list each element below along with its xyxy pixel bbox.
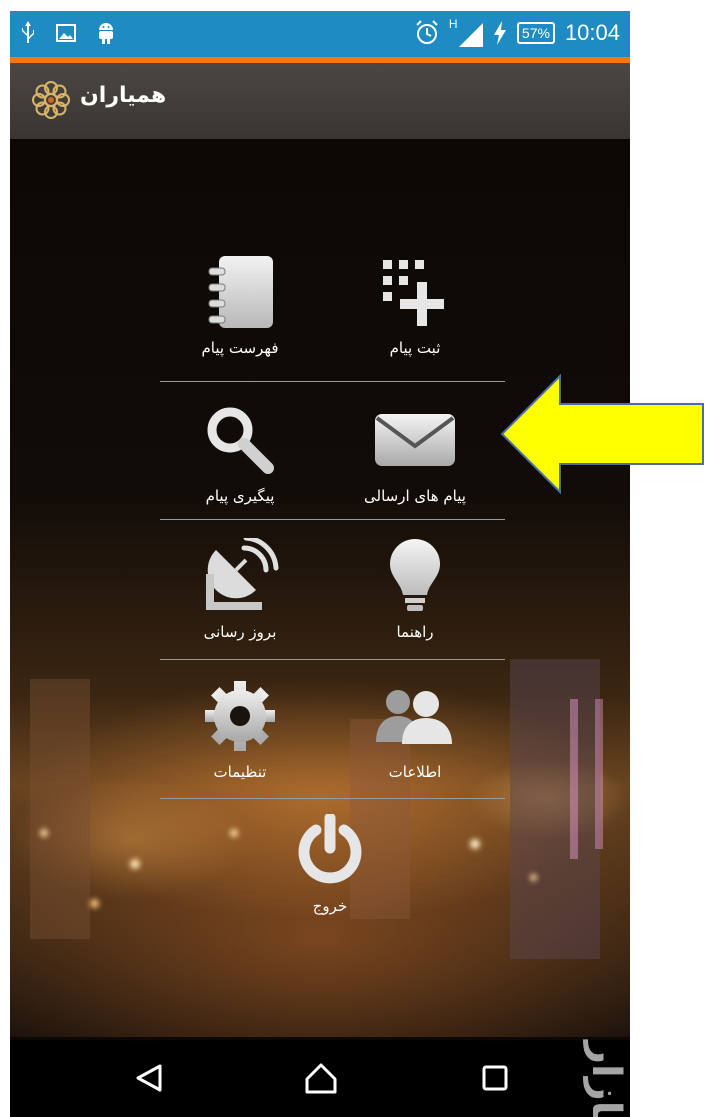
menu-settings[interactable]: تنظیمات bbox=[155, 675, 325, 787]
menu-label: اطلاعات bbox=[388, 763, 442, 781]
network-type: H bbox=[448, 17, 458, 31]
gear-icon bbox=[205, 681, 275, 751]
charging-icon bbox=[493, 21, 506, 45]
menu-label: راهنما bbox=[396, 623, 434, 641]
recents-icon bbox=[482, 1065, 508, 1091]
signal-icon bbox=[458, 23, 483, 47]
row-divider bbox=[160, 798, 505, 799]
envelope-icon bbox=[375, 414, 455, 466]
power-icon bbox=[298, 814, 362, 884]
app-title: همیاران bbox=[80, 83, 167, 108]
search-icon bbox=[207, 407, 274, 474]
battery-percent: 57% bbox=[516, 22, 555, 44]
menu-info[interactable]: اطلاعات bbox=[330, 675, 500, 787]
users-icon bbox=[376, 690, 452, 744]
action-bar: همیاران bbox=[10, 63, 630, 139]
back-icon bbox=[136, 1064, 162, 1092]
menu-new-message[interactable]: ثبت پیام bbox=[330, 251, 500, 363]
usb-icon bbox=[22, 21, 34, 43]
row-divider bbox=[160, 659, 505, 660]
menu-label: خروج bbox=[312, 897, 348, 915]
menu-label: فهرست پیام bbox=[201, 339, 279, 357]
image-icon bbox=[56, 24, 76, 42]
status-bar: H 57% 10:04 bbox=[10, 11, 630, 57]
signal-indicator: H bbox=[448, 17, 483, 47]
android-icon bbox=[99, 23, 113, 44]
menu-message-list[interactable]: فهرست پیام bbox=[155, 251, 325, 363]
satellite-dish-icon bbox=[206, 538, 279, 610]
watermark-text: بازار bbox=[583, 1041, 629, 1117]
add-grid-icon bbox=[383, 260, 444, 326]
flower-emblem-icon bbox=[32, 81, 70, 119]
menu-label: ثبت پیام bbox=[389, 339, 441, 357]
menu-label: پیام های ارسالی bbox=[364, 487, 466, 505]
arrow-left-icon bbox=[500, 374, 704, 494]
menu-sent-messages[interactable]: پیام های ارسالی bbox=[330, 399, 500, 511]
lightbulb-icon bbox=[390, 539, 440, 611]
navigation-bar bbox=[10, 1040, 630, 1117]
clock: 10:04 bbox=[564, 20, 620, 45]
menu-label: پیگیری پیام bbox=[205, 487, 275, 505]
menu-help[interactable]: راهنما bbox=[330, 535, 500, 647]
alarm-icon bbox=[416, 20, 438, 44]
recents-button[interactable] bbox=[473, 1060, 517, 1096]
menu-exit[interactable]: خروج bbox=[245, 809, 415, 921]
notebook-icon bbox=[208, 256, 273, 328]
menu-label: بروز رسانی bbox=[203, 623, 277, 641]
system-indicators: H 57% 10:04 bbox=[415, 17, 620, 47]
row-divider bbox=[160, 381, 505, 382]
home-button[interactable] bbox=[299, 1060, 343, 1096]
row-divider bbox=[160, 519, 505, 520]
menu-label: تنظیمات bbox=[213, 763, 267, 781]
menu-update[interactable]: بروز رسانی bbox=[155, 535, 325, 647]
back-button[interactable] bbox=[127, 1060, 171, 1096]
notification-icons bbox=[20, 21, 116, 45]
menu-track-message[interactable]: پیگیری پیام bbox=[155, 399, 325, 511]
home-icon bbox=[305, 1063, 337, 1094]
phone-screen: H 57% 10:04 همیاران ثبت پیام فهرست پیام … bbox=[10, 11, 630, 1117]
